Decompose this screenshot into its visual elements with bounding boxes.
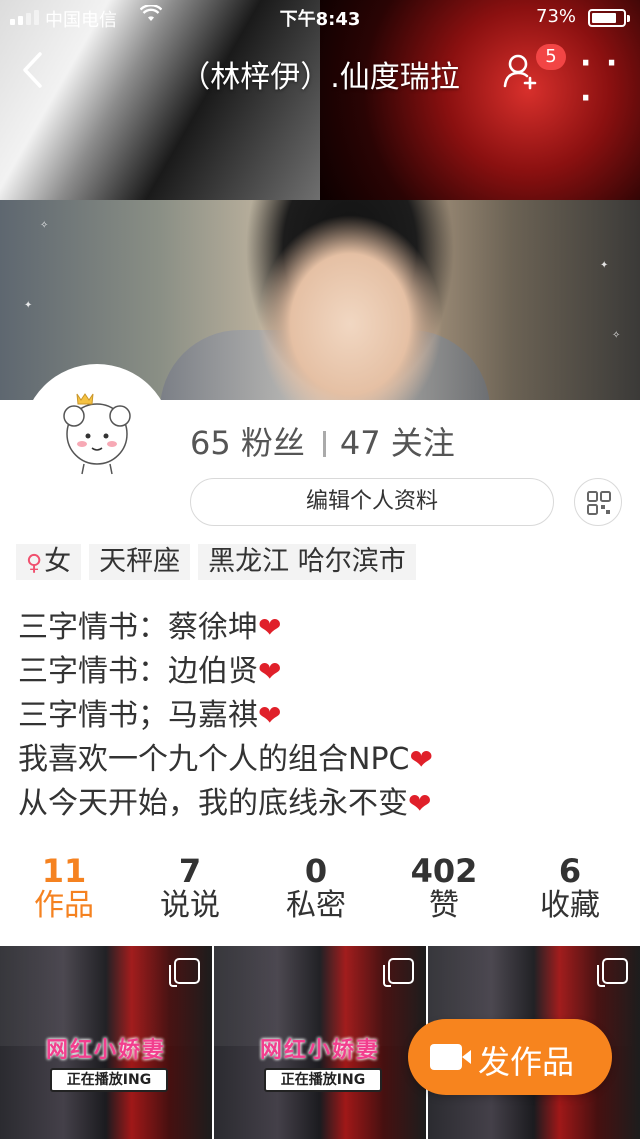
qr-code-icon: [587, 491, 611, 515]
cover-figure-face: [245, 200, 455, 400]
following-label: 关注: [390, 424, 455, 462]
add-user-icon: [503, 54, 537, 90]
multi-image-icon: [169, 958, 200, 987]
bio-line-text: 三字情书：边伯贤: [18, 654, 258, 689]
bio-line: 三字情书：蔡徐坤❤: [18, 606, 433, 650]
more-button[interactable]: · · ·: [580, 46, 630, 116]
sparkle-icon: ✦: [600, 260, 609, 271]
gender-tag: ♀女: [16, 544, 82, 580]
chevron-left-icon: [23, 52, 42, 88]
fans-label: 粉丝: [240, 424, 305, 462]
sparkle-icon: ✧: [612, 330, 621, 341]
tab-favorites[interactable]: 6 收藏: [506, 854, 634, 924]
back-button[interactable]: [20, 50, 60, 90]
tab-label: 作品: [34, 888, 94, 923]
publish-work-button[interactable]: 发作品: [408, 1019, 612, 1095]
avatar[interactable]: [22, 364, 172, 514]
work-subtitle: 正在播放ING: [264, 1068, 382, 1092]
heart-icon: ❤: [258, 699, 282, 732]
profile-tags: ♀女 天秤座 黑龙江 哈尔滨市: [16, 544, 416, 580]
edit-profile-button[interactable]: 编辑个人资料: [190, 478, 554, 526]
bio-line-text: 我喜欢一个九个人的组合NPC: [18, 742, 410, 777]
battery-icon: [588, 9, 630, 27]
sparkle-icon: ✦: [24, 300, 33, 311]
tab-count: 7: [178, 852, 202, 890]
tab-private[interactable]: 0 私密: [252, 854, 380, 924]
fans-count: 65: [190, 424, 231, 462]
heart-icon: ❤: [409, 743, 433, 776]
work-subtitle: 正在播放ING: [50, 1068, 168, 1092]
bio-line: 从今天开始，我的底线永不变❤: [18, 782, 433, 826]
tab-label: 私密: [286, 888, 346, 923]
bio-line: 三字情书；马嘉祺❤: [18, 694, 433, 738]
bio-line: 三字情书：边伯贤❤: [18, 650, 433, 694]
tab-moments[interactable]: 7 说说: [126, 854, 254, 924]
heart-icon: ❤: [258, 611, 282, 644]
status-bar: 中国电信 下午8:43 73%: [0, 0, 640, 36]
heart-icon: ❤: [408, 787, 432, 820]
bio: 三字情书：蔡徐坤❤ 三字情书：边伯贤❤ 三字情书；马嘉祺❤ 我喜欢一个九个人的组…: [18, 606, 433, 826]
follow-stats: 65 粉丝 47 关注: [190, 418, 455, 464]
qr-code-button[interactable]: [574, 478, 622, 526]
battery-percent: 73%: [536, 6, 577, 27]
multi-image-icon: [597, 958, 628, 987]
multi-image-icon: [383, 958, 414, 987]
fans-link[interactable]: 65 粉丝: [190, 424, 305, 462]
video-camera-icon: [430, 1044, 471, 1070]
cartoon-girl-avatar-icon: [63, 393, 131, 475]
constellation-tag: 天秤座: [89, 544, 191, 580]
following-count: 47: [339, 424, 381, 462]
heart-icon: ❤: [258, 655, 282, 688]
work-thumbnail[interactable]: 网红小娇妻 正在播放ING: [0, 946, 212, 1139]
tab-works[interactable]: 11 作品: [0, 854, 128, 924]
notification-badge: 5: [536, 44, 566, 70]
profile-tabs: 11 作品 7 说说 0 私密 402 赞 6 收藏: [0, 854, 640, 930]
work-thumbnail[interactable]: 网红小娇妻 正在播放ING: [214, 946, 426, 1139]
following-link[interactable]: 47 关注: [340, 424, 455, 462]
work-title: 网红小娇妻: [259, 1038, 380, 1063]
work-title: 网红小娇妻: [45, 1038, 166, 1063]
bio-line-text: 三字情书；马嘉祺: [18, 698, 258, 733]
bio-line: 我喜欢一个九个人的组合NPC❤: [18, 738, 433, 782]
tab-count: 6: [558, 852, 582, 890]
bio-line-text: 三字情书：蔡徐坤: [18, 610, 258, 645]
page-title: （林梓伊）.仙度瑞拉: [180, 60, 460, 95]
location-tag: 黑龙江 哈尔滨市: [198, 544, 416, 580]
publish-label: 发作品: [478, 1043, 575, 1081]
tab-label: 说说: [160, 888, 220, 923]
divider: [322, 431, 326, 457]
tab-count: 11: [41, 852, 87, 890]
tab-likes[interactable]: 402 赞: [380, 854, 508, 924]
gender-label: 女: [44, 546, 72, 577]
tab-label: 赞: [429, 888, 459, 923]
sparkle-icon: ✧: [40, 220, 49, 231]
female-icon: ♀: [26, 551, 43, 576]
bio-line-text: 从今天开始，我的底线永不变: [18, 786, 408, 821]
tab-count: 0: [304, 852, 328, 890]
tab-label: 收藏: [540, 888, 600, 923]
tab-count: 402: [410, 852, 478, 890]
